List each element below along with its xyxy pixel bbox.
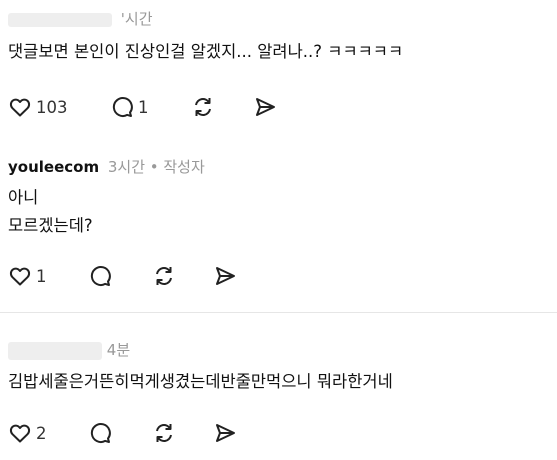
reply-button[interactable] — [88, 263, 116, 289]
heart-icon — [9, 267, 31, 286]
repost-icon — [156, 424, 172, 442]
repost-icon — [156, 267, 172, 285]
repost-button[interactable] — [151, 263, 177, 289]
like-button[interactable]: 1 — [8, 263, 47, 289]
comment-text-line: 댓글보면 본인이 진상인걸 알겠지... 알려나..? ㅋㅋㅋㅋㅋ — [8, 42, 404, 61]
action-bar: 1 — [8, 263, 308, 289]
username[interactable]: youleecom — [8, 158, 99, 176]
timestamp: 3시간 • 작성자 — [107, 158, 205, 176]
comment-2: youleecom 3시간 • 작성자 아니 모르겠는데? 1 — [0, 150, 557, 312]
repost-button[interactable] — [151, 420, 177, 446]
timestamp: '시간 — [120, 10, 153, 28]
action-bar: 2 — [8, 420, 308, 446]
like-count: 1 — [36, 266, 47, 286]
reply-button[interactable] — [88, 420, 116, 446]
comment-text-line: 모르겠는데? — [8, 216, 93, 235]
comment-icon — [90, 423, 111, 444]
like-count: 2 — [36, 423, 47, 443]
repost-button[interactable] — [190, 94, 216, 120]
send-icon — [256, 98, 275, 116]
heart-icon — [9, 424, 31, 443]
share-button[interactable] — [253, 94, 277, 120]
username-redacted[interactable] — [8, 341, 102, 360]
comment-1: '시간 댓글보면 본인이 진상인걸 알겠지... 알려나..? ㅋㅋㅋㅋㅋ 10… — [0, 0, 557, 150]
comment-header: '시간 — [8, 8, 153, 29]
share-button[interactable] — [213, 263, 237, 289]
like-count: 103 — [36, 97, 68, 117]
username-redacted[interactable] — [8, 12, 112, 27]
share-button[interactable] — [213, 420, 237, 446]
comment-text: 댓글보면 본인이 진상인걸 알겠지... 알려나..? ㅋㅋㅋㅋㅋ — [8, 38, 403, 66]
reply-button[interactable]: 1 — [110, 94, 149, 120]
comment-text: 아니 모르겠는데? — [8, 184, 93, 240]
send-icon — [216, 267, 235, 285]
like-button[interactable]: 103 — [8, 94, 68, 120]
reply-count: 1 — [138, 97, 149, 117]
comment-text-line: 김밥세줄은거뜬히먹게생겼는데반줄만먹으니 뭐라한거네 — [8, 372, 393, 391]
comment-3: 4분 김밥세줄은거뜬히먹게생겼는데반줄만먹으니 뭐라한거네 2 — [0, 313, 557, 460]
action-bar: 103 1 — [8, 94, 308, 120]
send-icon — [216, 424, 235, 442]
repost-icon — [195, 98, 211, 116]
comment-header: youleecom 3시간 • 작성자 — [8, 156, 205, 177]
comment-header: 4분 — [8, 339, 130, 360]
comment-text-line: 아니 — [8, 188, 39, 207]
comment-icon — [112, 97, 133, 118]
timestamp: 4분 — [106, 341, 131, 359]
heart-icon — [9, 98, 31, 117]
like-button[interactable]: 2 — [8, 420, 47, 446]
comment-icon — [90, 266, 111, 287]
comment-text: 김밥세줄은거뜬히먹게생겼는데반줄만먹으니 뭐라한거네 — [8, 368, 393, 396]
